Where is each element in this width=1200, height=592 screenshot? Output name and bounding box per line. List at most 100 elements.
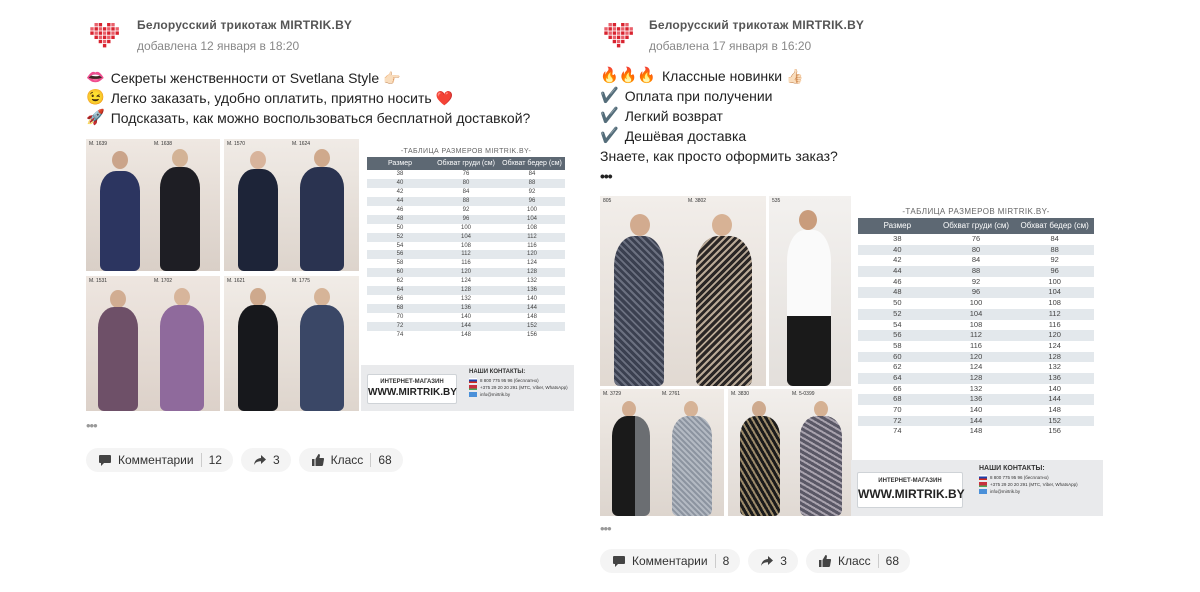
shop-promo: ИНТЕРНЕТ-МАГАЗИН WWW.MIRTRIK.BY НАШИ КОН… (851, 460, 1103, 516)
product-photo[interactable]: М. 1621 М. 1775 (224, 276, 359, 411)
size-table-row: 54 108 116 (893, 319, 1061, 329)
photo-code: М. 1639 (89, 141, 108, 147)
post-line: ✔️ Легкий возврат (600, 107, 723, 124)
share-count: 3 (272, 453, 280, 467)
comments-count: 8 (722, 554, 730, 568)
like-button[interactable]: Класс 68 (298, 448, 403, 472)
post-line: 🚀 Подсказать, как можно воспользоваться б… (86, 109, 531, 126)
post-line: ✔️ Оплата при получении (600, 87, 773, 104)
size-table-row: 68 136 144 (367, 304, 565, 313)
size-table-row: 64 128 136 (367, 286, 565, 296)
post-timestamp[interactable]: добавлена 17 января в 16:20 (649, 39, 811, 53)
size-table-body: 38 76 84 40 80 88 42 84 92 44 88 96 46 92 100 48 96 104 50… (367, 170, 565, 340)
size-table-row: 62 124 132 (893, 362, 1061, 372)
photo-code: М. 1775 (292, 278, 311, 284)
like-button[interactable]: Класс 68 (805, 549, 910, 573)
size-table-row: 66 132 140 (396, 296, 537, 303)
size-table-row: 52 104 112 (858, 308, 1094, 320)
size-table-row: 38 76 84 (893, 234, 1059, 243)
photo-code: М. 5-0399 (792, 391, 815, 397)
email-icon (979, 489, 987, 494)
more-dots-button[interactable]: ••• (86, 418, 98, 433)
feed-post: Белорусский трикотаж MIRTRIK.BY добавлен… (86, 0, 586, 472)
size-table-row: 72 144 152 (858, 415, 1094, 427)
size-table-row: 74 148 156 (396, 331, 537, 338)
photo-code: М. 1570 (227, 141, 246, 147)
post-image[interactable]: М. 1639 М. 1638 М. 1570 М. 1624 М. 1531 … (86, 139, 574, 411)
product-photo[interactable]: М. 1531 М. 1702 (86, 276, 220, 411)
shop-link-box[interactable]: ИНТЕРНЕТ-МАГАЗИН WWW.MIRTRIK.BY (367, 374, 457, 404)
photo-code: 535 (772, 198, 781, 204)
photo-code: М. 3830 (731, 391, 750, 397)
size-table: -ТАБЛИЦА РАЗМЕРОВ MIRTRIK.BY- Размер Обх… (858, 206, 1094, 438)
post-line: Знаете, как просто оформить заказ? (600, 148, 838, 164)
comments-count: 12 (208, 453, 222, 467)
see-more-dots[interactable]: ••• (600, 166, 838, 186)
checkmark-icon: ✔️ (600, 107, 619, 124)
email-icon (469, 392, 477, 397)
like-count: 68 (885, 554, 899, 568)
product-photo[interactable]: М. 1639 М. 1638 (86, 139, 220, 271)
shop-url[interactable]: WWW.MIRTRIK.BY (858, 487, 965, 501)
post-image[interactable]: 805 М. 3802 535 М. 3729 М. 2761 М. 3830 … (600, 196, 1103, 516)
post-author[interactable]: Белорусский трикотаж MIRTRIK.BY (649, 18, 864, 32)
post-header: Белорусский трикотаж MIRTRIK.BY добавлен… (86, 0, 586, 70)
size-table-title: -ТАБЛИЦА РАЗМЕРОВ MIRTRIK.BY- (902, 207, 1050, 216)
photo-code: М. 3802 (688, 198, 707, 204)
rocket-icon: 🚀 (86, 109, 105, 126)
contacts-block: НАШИ КОНТАКТЫ: 8 800 775 95 96 (бесплатн… (979, 465, 1078, 494)
size-table-row: 58 116 124 (396, 260, 537, 267)
share-button[interactable]: 3 (240, 448, 291, 472)
thumbs-up-icon (818, 555, 831, 568)
comments-button[interactable]: Комментарии 8 (600, 549, 741, 573)
size-table-header: Размер Обхват груди (см) Обхват бедер (с… (858, 218, 1094, 234)
size-table-row: 38 76 84 (396, 171, 536, 177)
size-table-row: 50 100 108 (396, 224, 537, 231)
shop-link-box[interactable]: ИНТЕРНЕТ-МАГАЗИН WWW.MIRTRIK.BY (857, 472, 965, 508)
size-table-row: 68 136 144 (858, 394, 1094, 405)
shop-caption: ИНТЕРНЕТ-МАГАЗИН (878, 478, 942, 484)
post-text: 👄 Секреты женственности от Svetlana Style… (86, 68, 530, 128)
comments-button[interactable]: Комментарии 12 (86, 448, 233, 472)
post-author[interactable]: Белорусский трикотаж MIRTRIK.BY (137, 18, 352, 32)
size-table-row: 70 140 148 (396, 314, 537, 320)
size-table-row: 54 108 116 (396, 242, 537, 249)
product-photo[interactable]: М. 1570 М. 1624 (224, 139, 359, 271)
size-table-row: 46 92 100 (396, 206, 537, 213)
contacts-title: НАШИ КОНТАКТЫ: (979, 465, 1045, 472)
size-table-body: 38 76 84 40 80 88 42 84 92 44 88 96 46 92 100 48 96 104 50… (858, 234, 1094, 437)
size-table-row: 48 96 104 (367, 214, 565, 224)
photo-code: М. 3729 (603, 391, 622, 397)
share-count: 3 (780, 554, 787, 568)
photo-code: М. 2761 (662, 391, 681, 397)
size-table-row: 44 88 96 (858, 266, 1094, 277)
share-arrow-icon (253, 455, 266, 465)
photo-code: 805 (603, 198, 612, 204)
russia-flag-icon (979, 475, 987, 480)
size-table-row: 70 140 148 (893, 405, 1061, 414)
comment-icon (99, 455, 111, 466)
wink-icon: 😉 (86, 89, 105, 106)
product-photo[interactable]: 535 (769, 196, 851, 386)
product-photo[interactable]: М. 3830 М. 5-0399 (728, 389, 852, 516)
heart-logo-avatar[interactable] (602, 18, 636, 52)
share-arrow-icon (761, 556, 774, 566)
product-photo[interactable]: М. 3729 М. 2761 (600, 389, 724, 516)
shop-caption: ИНТЕРНЕТ-МАГАЗИН (380, 379, 444, 385)
post-timestamp[interactable]: добавлена 12 января в 18:20 (137, 39, 299, 53)
shop-url[interactable]: WWW.MIRTRIK.BY (368, 387, 457, 398)
size-table-header: Размер Обхват груди (см) Обхват бедер (с… (367, 157, 565, 170)
thumbs-up-icon (311, 454, 324, 467)
product-photo[interactable]: 805 М. 3802 (600, 196, 766, 386)
fire-icon: 🔥🔥🔥 (600, 67, 657, 84)
size-table-row: 40 80 88 (858, 244, 1094, 256)
more-dots-button[interactable]: ••• (600, 521, 612, 536)
size-table-row: 48 96 104 (858, 287, 1094, 299)
heart-logo-avatar[interactable] (88, 18, 122, 52)
size-table-row: 52 104 112 (367, 232, 565, 242)
checkmark-icon: ✔️ (600, 127, 619, 144)
photo-code: М. 1531 (89, 278, 108, 284)
size-table-row: 62 124 132 (396, 278, 537, 285)
feed-post: Белорусский трикотаж MIRTRIK.BY добавлен… (600, 0, 1110, 573)
share-button[interactable]: 3 (748, 549, 798, 573)
